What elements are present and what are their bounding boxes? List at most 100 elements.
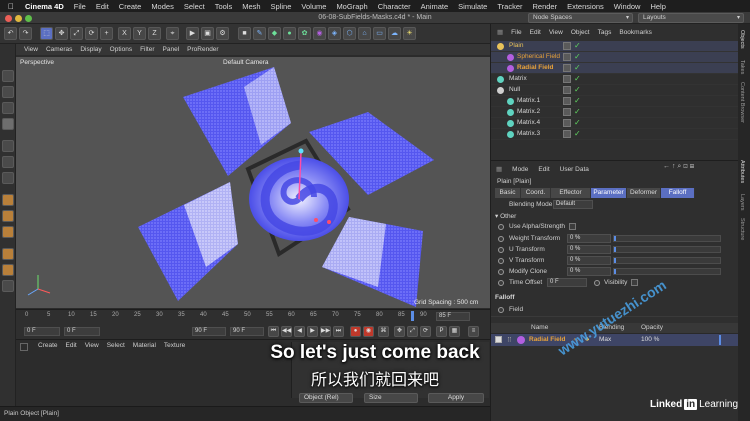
v-transform-slider[interactable] [613,257,721,264]
u-transform-field[interactable]: 0 % [567,245,611,254]
end-frame-field[interactable]: 90 F [230,327,264,336]
search-icon[interactable]: ⌕ [677,163,681,170]
object-row-spherical-field[interactable]: Spherical Field ✓ [491,52,739,63]
menu-help[interactable]: Help [645,2,670,11]
slider-knob[interactable] [614,258,616,263]
weight-transform-slider[interactable] [613,235,721,242]
object-row-matrix-2[interactable]: Matrix.2 ✓ [491,107,739,118]
workplane-icon[interactable] [2,118,14,130]
tab-basic[interactable]: Basic [495,188,521,198]
object-row-radial-field[interactable]: Radial Field ✓ [491,63,739,74]
viewport-camera-label[interactable]: Default Camera [223,59,269,66]
menu-mograph[interactable]: MoGraph [331,2,372,11]
vtab-layers[interactable]: Layers [739,194,745,211]
enabled-check-icon[interactable]: ✓ [574,74,581,83]
menu-create[interactable]: Create [114,2,147,11]
enabled-check-icon[interactable]: ✓ [574,107,581,116]
viewport[interactable]: Perspective Default Camera Grid Spacing … [16,57,490,308]
object-menu-tags[interactable]: Tags [594,29,616,36]
subdivision-icon[interactable]: ◆ [268,27,281,40]
object-row-matrix-4[interactable]: Matrix.4 ✓ [491,118,739,129]
menu-edit[interactable]: Edit [91,2,114,11]
render-picture-viewer-icon[interactable]: ▣ [201,27,214,40]
autokey-icon[interactable]: ◉ [363,326,374,337]
object-row-matrix-1[interactable]: Matrix.1 ✓ [491,96,739,107]
slider-knob[interactable] [614,269,616,274]
workplane-lock-icon[interactable] [2,264,14,276]
vtab-objects[interactable]: Objects [739,30,745,49]
select-tool-icon[interactable]: ⬚ [40,27,53,40]
layer-checkbox[interactable] [563,108,571,116]
play-backward-icon[interactable]: ◀ [294,326,305,337]
app-menu[interactable]: Cinema 4D [20,2,69,11]
previous-key-icon[interactable]: ◀◀ [281,326,292,337]
deformer-icon[interactable]: ◈ [328,27,341,40]
viewport-menu-view[interactable]: View [20,46,42,53]
object-row-plain[interactable]: Plain ✓ [491,41,739,52]
coordinate-system-icon[interactable]: ⌖ [166,27,179,40]
solo-icon[interactable] [2,248,14,260]
attr-menu-user-data[interactable]: User Data [555,166,594,173]
object-menu-file[interactable]: File [507,29,525,36]
points-mode-icon[interactable] [2,140,14,152]
enabled-check-icon[interactable]: ✓ [574,41,581,50]
current-frame-field[interactable]: 85 F [436,312,470,321]
layer-checkbox[interactable] [563,119,571,127]
cube-icon[interactable]: ■ [238,27,251,40]
object-row-matrix-3[interactable]: Matrix.3 ✓ [491,129,739,140]
u-transform-slider[interactable] [613,246,721,253]
preview-start-field[interactable]: 0 F [64,327,100,336]
keyframe-selection-icon[interactable]: ⌘ [378,326,389,337]
vtab-takes[interactable]: Takes [739,60,745,74]
modify-clone-slider[interactable] [613,268,721,275]
viewport-menu-prorender[interactable]: ProRender [183,46,222,53]
object-row-null[interactable]: Null ✓ [491,85,739,96]
object-row-matrix[interactable]: Matrix ✓ [491,74,739,85]
enabled-check-icon[interactable]: ✓ [574,118,581,127]
tab-parameter[interactable]: Parameter [591,188,627,198]
new-manager-icon[interactable]: ⊞ [690,163,694,170]
object-menu-bookmarks[interactable]: Bookmarks [615,29,656,36]
enabled-check-icon[interactable]: ✓ [574,52,581,61]
animation-dot-icon[interactable] [498,269,504,275]
light-icon[interactable]: ☀ [403,27,416,40]
timeline[interactable]: 0 5 10 15 20 25 30 35 40 45 50 55 60 65 … [16,309,490,339]
render-view-icon[interactable]: ▶ [186,27,199,40]
scene-icon[interactable]: ⬡ [343,27,356,40]
layer-checkbox[interactable] [563,75,571,83]
enabled-check-icon[interactable]: ✓ [574,96,581,105]
layer-checkbox[interactable] [563,130,571,138]
tab-falloff[interactable]: Falloff [661,188,695,198]
polygons-mode-icon[interactable] [2,172,14,184]
make-editable-icon[interactable] [2,70,14,82]
texture-mode-icon[interactable] [2,102,14,114]
coordinate-mode-dropdown[interactable]: Object (Rel) [299,393,353,403]
move-tool-icon[interactable]: ✥ [55,27,68,40]
minimize-window-icon[interactable] [15,15,22,22]
menu-tools[interactable]: Tools [210,2,238,11]
close-window-icon[interactable] [5,15,12,22]
animation-dot-icon[interactable] [498,236,504,242]
back-arrow-icon[interactable]: ← [663,163,670,170]
animation-dot-icon[interactable] [498,307,504,313]
blending-mode-dropdown[interactable]: Default [553,200,593,209]
other-section-header[interactable]: ▾ Other [495,212,516,220]
timeline-menu-icon[interactable]: ≡ [468,326,479,337]
playhead[interactable] [411,311,414,321]
slider-knob[interactable] [614,247,616,252]
viewport-menu-filter[interactable]: Filter [136,46,158,53]
layer-checkbox[interactable] [563,64,571,72]
timeline-ruler[interactable]: 0 5 10 15 20 25 30 35 40 45 50 55 60 65 … [16,310,490,322]
time-offset-field[interactable]: 0 F [547,278,587,287]
menu-character[interactable]: Character [373,2,416,11]
rotate-tool-icon[interactable]: ⟳ [85,27,98,40]
tab-coord[interactable]: Coord. [521,188,551,198]
animation-dot-icon[interactable] [498,280,504,286]
v-transform-field[interactable]: 0 % [567,256,611,265]
animation-dot-icon[interactable] [498,258,504,264]
object-menu-view[interactable]: View [545,29,567,36]
undo-icon[interactable]: ↶ [4,27,17,40]
axis-z-button[interactable]: Z [148,27,161,40]
viewport-menu-display[interactable]: Display [76,46,105,53]
layer-checkbox[interactable] [563,42,571,50]
